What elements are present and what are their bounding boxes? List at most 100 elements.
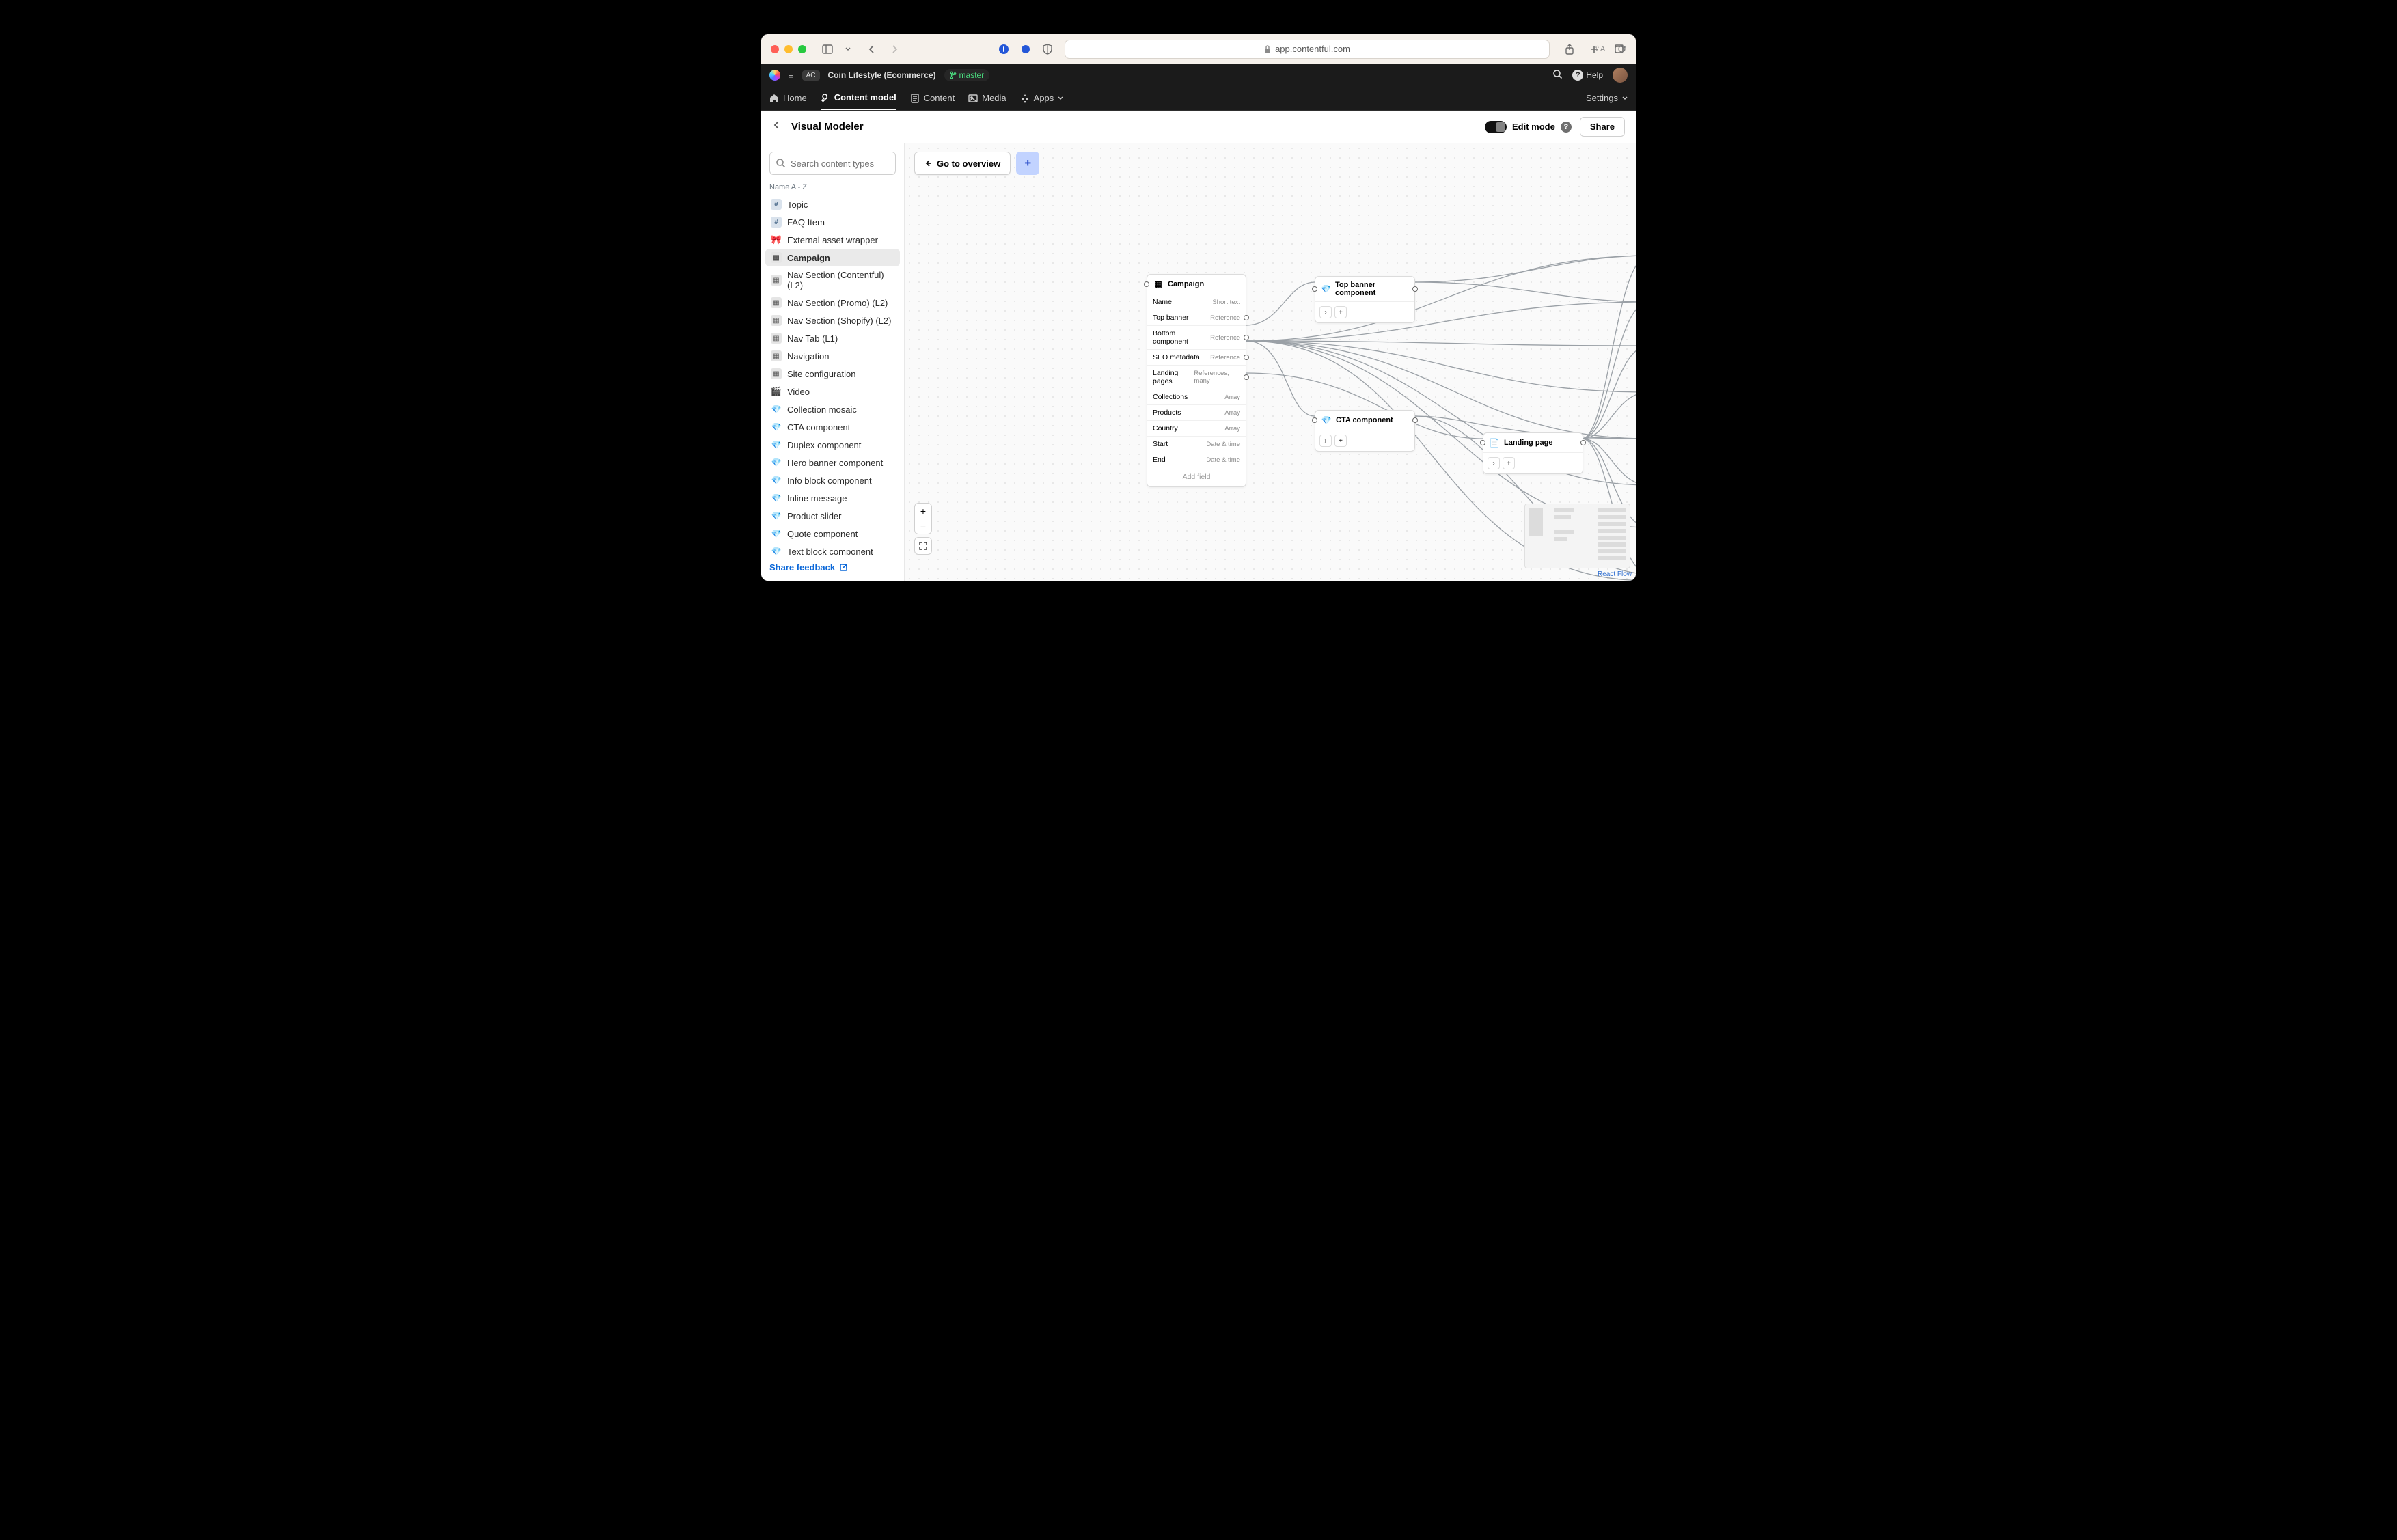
add-field-button[interactable]: Add field [1147, 467, 1246, 486]
gem-icon: 💎 [771, 404, 782, 415]
grid-icon: ▦ [771, 350, 782, 361]
node-campaign[interactable]: ▦ Campaign NameShort textTop bannerRefer… [1147, 274, 1246, 487]
fit-view-button[interactable] [914, 537, 932, 555]
content-type-item[interactable]: 💎Quote component [765, 525, 900, 542]
search-icon[interactable] [1552, 69, 1563, 81]
url-text: app.contentful.com [1275, 44, 1350, 54]
add-button[interactable]: + [1334, 306, 1347, 318]
reactflow-attribution[interactable]: React Flow [1598, 570, 1632, 578]
node-top-banner[interactable]: 💎Top banner component›+ [1315, 276, 1415, 323]
nav-content-model[interactable]: Content model [821, 86, 896, 110]
zoom-in-button[interactable]: + [915, 504, 931, 519]
shield-icon[interactable] [1040, 42, 1055, 57]
back-button[interactable] [772, 120, 782, 133]
content-type-item[interactable]: 🎀External asset wrapper [765, 231, 900, 249]
branch-icon [950, 71, 957, 79]
search-input[interactable] [769, 152, 896, 175]
nav-apps[interactable]: Apps [1020, 86, 1064, 110]
add-button[interactable]: + [1503, 457, 1515, 469]
content-type-item[interactable]: 💎Inline message [765, 489, 900, 507]
content-type-item[interactable]: #FAQ Item [765, 213, 900, 231]
browser-chrome: app.contentful.com ⇪A [761, 34, 1636, 64]
content-type-item[interactable]: 💎Duplex component [765, 436, 900, 454]
window-minimize-button[interactable] [784, 45, 793, 53]
minimap[interactable] [1524, 504, 1630, 568]
nav-media[interactable]: Media [968, 86, 1006, 110]
content-type-item[interactable]: ▦Nav Tab (L1) [765, 329, 900, 347]
help-tooltip-icon[interactable]: ? [1561, 122, 1572, 133]
content-type-item[interactable]: ▦Site configuration [765, 365, 900, 383]
gem-icon: 💎 [771, 439, 782, 450]
forward-icon[interactable] [887, 42, 902, 57]
wrench-icon [821, 93, 830, 102]
clap-icon: 🎬 [771, 386, 782, 397]
project-badge: AC [802, 70, 820, 81]
content-type-item[interactable]: ▦Navigation [765, 347, 900, 365]
node-cta[interactable]: 💎CTA component›+ [1315, 410, 1415, 452]
content-type-item[interactable]: 💎Product slider [765, 507, 900, 525]
field-row[interactable]: StartDate & time [1147, 436, 1246, 452]
privacy-icon[interactable] [1018, 42, 1033, 57]
expand-button[interactable]: › [1319, 435, 1332, 447]
chevron-down-icon[interactable] [840, 42, 855, 57]
zoom-out-button[interactable]: − [915, 519, 931, 534]
field-row[interactable]: ProductsArray [1147, 404, 1246, 420]
content-type-item[interactable]: 💎CTA component [765, 418, 900, 436]
add-node-button[interactable]: + [1016, 152, 1039, 175]
share-icon[interactable] [1562, 42, 1577, 57]
node-landing[interactable]: 📄Landing page›+ [1483, 432, 1583, 474]
onepassword-icon[interactable] [996, 42, 1011, 57]
page-header: Visual Modeler ✕ Edit mode ? Share [761, 111, 1636, 143]
translate-icon[interactable]: ⇪A [1592, 42, 1607, 57]
nav-home[interactable]: Home [769, 86, 807, 110]
sidebar-toggle-icon[interactable] [820, 42, 835, 57]
field-row[interactable]: SEO metadataReference [1147, 349, 1246, 365]
grid-icon: ▦ [771, 297, 782, 308]
go-to-overview-button[interactable]: Go to overview [914, 152, 1011, 175]
add-button[interactable]: + [1334, 435, 1347, 447]
reload-icon[interactable] [1614, 42, 1629, 57]
address-bar[interactable]: app.contentful.com ⇪A [1065, 40, 1550, 59]
field-row[interactable]: Top bannerReference [1147, 310, 1246, 325]
field-row[interactable]: NameShort text [1147, 294, 1246, 310]
gem-icon: 💎 [771, 493, 782, 504]
content-type-item[interactable]: ▦Campaign [765, 249, 900, 266]
doc-icon: 📄 [1489, 437, 1500, 448]
nav-settings[interactable]: Settings [1586, 86, 1628, 110]
brand-logo[interactable] [769, 70, 780, 81]
content-type-item[interactable]: 🎬Video [765, 383, 900, 400]
user-avatar[interactable] [1613, 68, 1628, 83]
expand-button[interactable]: › [1488, 457, 1500, 469]
expand-button[interactable]: › [1319, 306, 1332, 318]
edit-mode-toggle[interactable]: ✕ Edit mode ? [1485, 121, 1572, 133]
search-icon [776, 158, 786, 168]
toggle-switch[interactable]: ✕ [1485, 121, 1507, 133]
window-close-button[interactable] [771, 45, 779, 53]
share-button[interactable]: Share [1580, 117, 1625, 137]
content-type-item[interactable]: 💎Text block component [765, 542, 900, 555]
menu-icon[interactable]: ≡ [789, 70, 794, 81]
content-type-item[interactable]: 💎Hero banner component [765, 454, 900, 471]
window-maximize-button[interactable] [798, 45, 806, 53]
field-row[interactable]: CountryArray [1147, 420, 1246, 436]
content-type-item[interactable]: #Topic [765, 195, 900, 213]
content-type-item[interactable]: ▦Nav Section (Shopify) (L2) [765, 312, 900, 329]
nav-content[interactable]: Content [910, 86, 955, 110]
grid-icon: ▦ [771, 368, 782, 379]
field-row[interactable]: CollectionsArray [1147, 389, 1246, 404]
gem-icon: 💎 [771, 422, 782, 432]
content-type-item[interactable]: 💎Info block component [765, 471, 900, 489]
branch-selector[interactable]: master [944, 69, 990, 81]
back-icon[interactable] [864, 42, 879, 57]
field-row[interactable]: Bottom componentReference [1147, 325, 1246, 349]
field-row[interactable]: EndDate & time [1147, 452, 1246, 467]
content-type-list: #Topic#FAQ Item🎀External asset wrapper▦C… [761, 195, 904, 555]
help-button[interactable]: ? Help [1572, 70, 1603, 81]
project-name[interactable]: Coin Lifestyle (Ecommerce) [828, 70, 936, 80]
content-type-item[interactable]: ▦Nav Section (Promo) (L2) [765, 294, 900, 312]
canvas[interactable]: Go to overview + + − [905, 143, 1636, 581]
field-row[interactable]: Landing pagesReferences, many [1147, 365, 1246, 389]
share-feedback-link[interactable]: Share feedback [761, 555, 904, 581]
content-type-item[interactable]: ▦Nav Section (Contentful) (L2) [765, 266, 900, 294]
content-type-item[interactable]: 💎Collection mosaic [765, 400, 900, 418]
